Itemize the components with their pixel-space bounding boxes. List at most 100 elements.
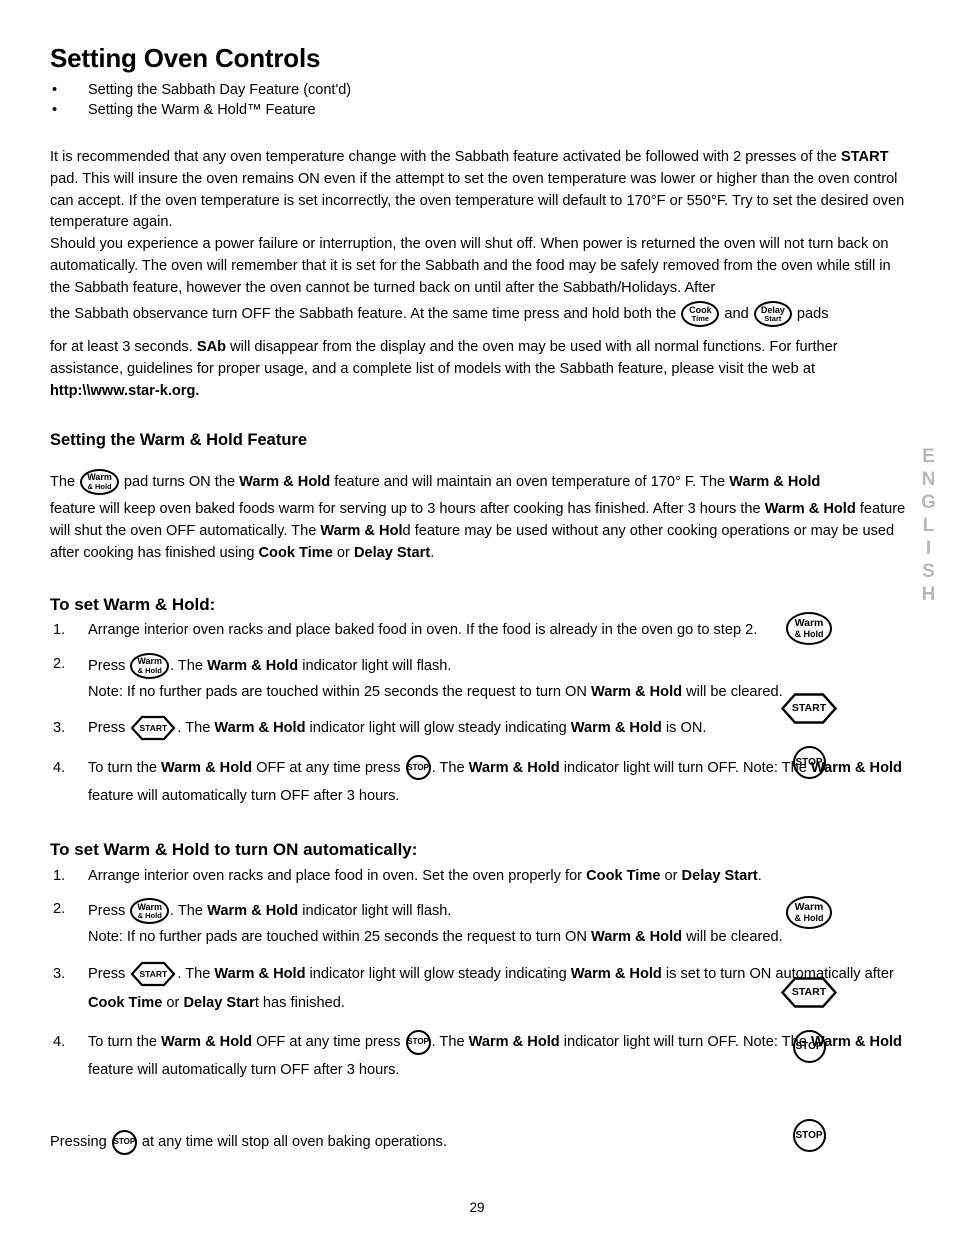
text-bold: Delay Start [353, 544, 431, 561]
pad-label: START [791, 986, 827, 999]
stop-pad-icon[interactable]: STOP [405, 1029, 431, 1055]
text-run: To turn the [88, 759, 162, 776]
text-run: OFF at any time press [252, 759, 405, 776]
text-bold: Warm & Hold [207, 657, 299, 674]
warm-hold-pad-icon[interactable]: Warm & Hold [80, 468, 119, 495]
text-bold: Warm & Hold [207, 903, 299, 920]
text-run: . The [177, 720, 215, 737]
text-bold: Warm & Hol [320, 522, 403, 539]
warm-hold-pad-icon[interactable]: Warm & Hold [786, 612, 832, 645]
stop-pad-icon[interactable]: STOP [792, 746, 826, 779]
step-number: 2. [53, 901, 66, 918]
text-bold: Warm & Hold [214, 720, 306, 737]
text-run: is ON. [661, 720, 707, 737]
bullet-label: Setting the Warm & Hold™ Feature [88, 102, 316, 119]
text-run: To turn the [88, 1033, 162, 1050]
margin-start-icon-wrap-2: START [774, 976, 844, 1009]
text-bold: Warm & Hold [590, 929, 683, 946]
step-number: 1. [53, 621, 66, 638]
text-run: . The [431, 759, 469, 776]
start-pad-icon[interactable]: START [780, 976, 838, 1009]
text-run: . [430, 544, 435, 561]
text-run: Press [88, 720, 130, 737]
text-bold: Warm & Hold [239, 473, 331, 490]
text-run: Press [88, 966, 130, 983]
pad-line-1: Warm [794, 901, 824, 913]
sabbath-paragraph-3: the Sabbath observance turn OFF the Sabb… [50, 300, 912, 329]
start-pad-icon[interactable]: START [130, 961, 176, 987]
text-bold: Warm & Hold [161, 759, 253, 776]
pad-label: STOP [795, 756, 823, 768]
margin-stop-icon-wrap-3: STOP [774, 1119, 844, 1152]
stop-pad-icon[interactable]: STOP [792, 1030, 826, 1063]
text-bold: Cook Time [88, 994, 163, 1011]
text-run: and [720, 305, 753, 322]
text-run: for at least 3 seconds. [50, 339, 197, 356]
list-item: • Setting the Sabbath Day Feature (cont'… [50, 80, 912, 101]
pad-line-1: Warm [794, 617, 824, 629]
pad-label: STOP [407, 762, 429, 772]
text-run: t has finished. [254, 994, 345, 1011]
text-bold: Warm & Hold [214, 966, 306, 983]
margin-start-icon-wrap: START [774, 692, 844, 725]
text-run: . The [170, 903, 208, 920]
text-bold: Warm & Hold [570, 966, 662, 983]
warm-hold-pad-icon[interactable]: Warm & Hold [786, 896, 832, 929]
text-run: Press [88, 903, 130, 920]
text-run: will be cleared. [682, 683, 783, 700]
star-k-url[interactable]: http:\\www.star-k.org. [50, 383, 199, 399]
text-bold-start: START [840, 148, 889, 165]
text-run: feature will keep oven baked foods warm … [50, 500, 765, 517]
text-bold: Delay Star [183, 994, 255, 1011]
start-pad-icon[interactable]: START [130, 715, 176, 741]
pad-line-2: & Hold [137, 665, 162, 675]
text-run: indicator light will glow steady indicat… [305, 720, 571, 737]
text-run: OFF at any time press [252, 1033, 405, 1050]
pad-line-1: Warm [87, 472, 112, 483]
warm-hold-intro-paragraph: The Warm & Hold pad turns ON the Warm & H… [50, 468, 912, 497]
text-run: Should you experience a power failure or… [50, 236, 891, 297]
text-run: indicator light will flash. [298, 903, 452, 920]
warm-hold-pad-icon[interactable]: Warm & Hold [130, 898, 170, 925]
sabbath-paragraph-4: for at least 3 seconds. SAb will disappe… [50, 337, 912, 403]
pad-line-2: & Hold [87, 481, 112, 491]
text-run: pad turns ON the [119, 473, 240, 490]
pad-label: START [139, 968, 168, 979]
text-bold: Cook Time [258, 544, 333, 561]
list-item: • Setting the Warm & Hold™ Feature [50, 100, 912, 121]
sabbath-paragraph-2: Should you experience a power failure or… [50, 234, 912, 300]
stop-pad-icon[interactable]: STOP [792, 1119, 826, 1152]
stop-pad-icon[interactable]: STOP [405, 755, 431, 781]
pad-label: START [139, 723, 168, 733]
text-run: pad. This will insure the oven remains O… [50, 170, 905, 231]
step-note: Note: If no further pads are touched wit… [88, 926, 912, 949]
step-number: 1. [53, 867, 66, 884]
text-bold-sab: SAb [196, 339, 227, 356]
pad-line-2: & Hold [794, 912, 824, 923]
stop-pad-icon[interactable]: STOP [111, 1129, 137, 1155]
text-run: or [332, 544, 354, 561]
pad-label: STOP [407, 1037, 429, 1047]
text-run: The [50, 473, 80, 490]
pad-line-2: Time [691, 314, 710, 324]
procedure-2-heading: To set Warm & Hold to turn ON automatica… [50, 840, 418, 860]
cook-time-pad-icon[interactable]: Cook Time [681, 301, 720, 328]
text-run: . The [431, 1033, 469, 1050]
start-pad-icon[interactable]: START [780, 692, 838, 725]
warm-hold-body-paragraph: feature will keep oven baked foods warm … [50, 499, 912, 565]
pad-line-2: Start [764, 314, 782, 324]
delay-start-pad-icon[interactable]: Delay Start [753, 301, 792, 328]
margin-stop-icon-wrap: STOP [774, 746, 844, 779]
header-bullet-list: • Setting the Sabbath Day Feature (cont'… [50, 80, 912, 121]
text-run: or [660, 867, 682, 884]
text-run: feature and will maintain an oven temper… [330, 473, 730, 490]
pad-line-1: Warm [137, 656, 163, 666]
warm-hold-section-heading: Setting the Warm & Hold Feature [50, 430, 307, 449]
warm-hold-pad-icon[interactable]: Warm & Hold [130, 652, 170, 679]
pad-line-2: & Hold [137, 911, 162, 921]
text-run: Note: If no further pads are touched wit… [88, 683, 591, 700]
text-bold: Cook Time [586, 867, 661, 884]
step-number: 4. [53, 1033, 66, 1050]
text-run: at any time will stop all oven baking op… [137, 1133, 447, 1150]
text-run: . [757, 867, 762, 884]
